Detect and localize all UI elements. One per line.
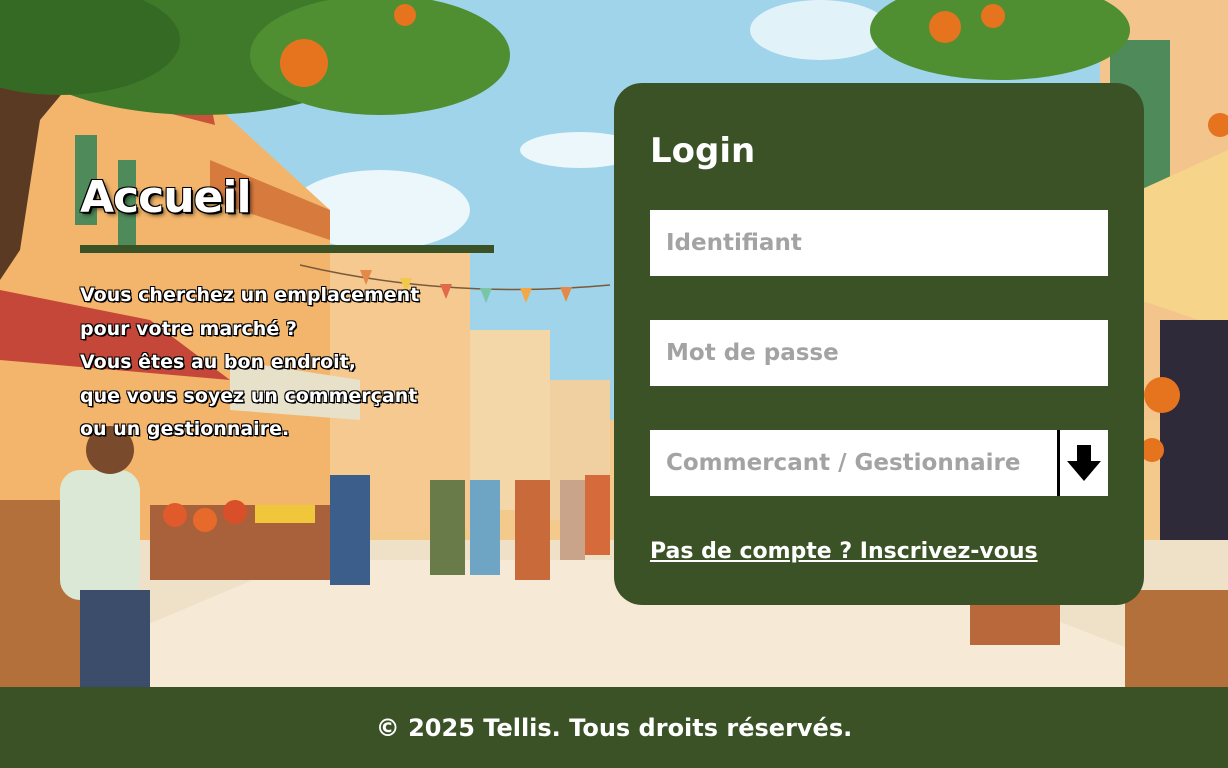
username-input[interactable] [650,210,1108,276]
hero-section: Accueil Vous cherchez un emplacement pou… [80,172,510,447]
signup-link[interactable]: Pas de compte ? Inscrivez-vous [650,539,1038,564]
login-card: Login Commercant / Gestionnaire Pas de c… [614,83,1144,605]
role-select-value: Commercant / Gestionnaire [666,450,1021,476]
password-input[interactable] [650,320,1108,386]
hero-divider [80,245,494,253]
hero-description: Vous cherchez un emplacement pour votre … [80,284,420,440]
footer: © 2025 Tellis. Tous droits réservés. [0,687,1228,768]
arrow-down-icon[interactable] [1060,430,1108,496]
footer-copyright: © 2025 Tellis. Tous droits réservés. [375,713,853,742]
role-select[interactable]: Commercant / Gestionnaire [650,430,1108,496]
login-title: Login [650,131,756,171]
hero-title: Accueil [80,172,252,223]
